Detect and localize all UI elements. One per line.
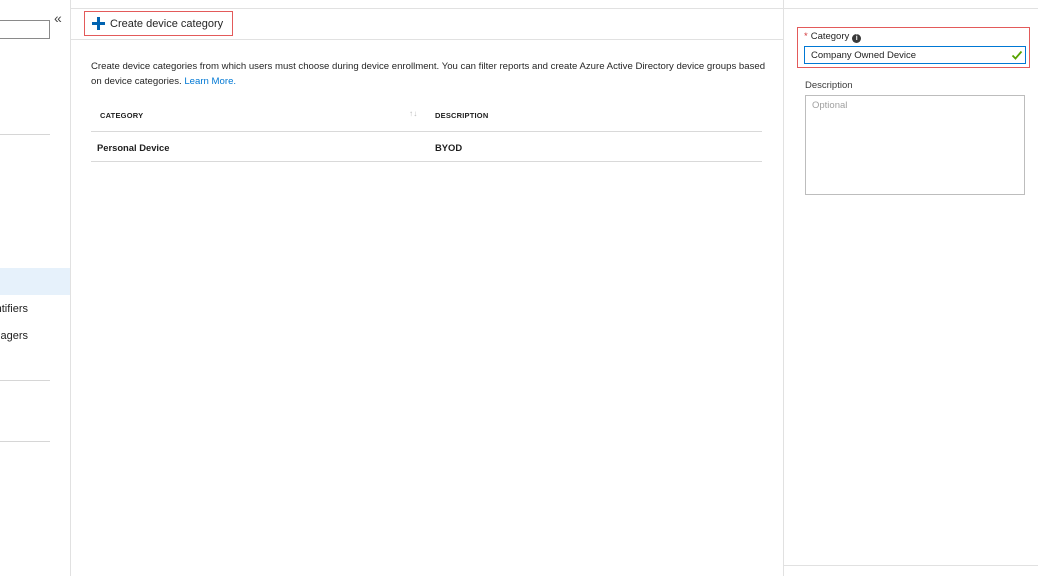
collapse-sidebar-icon[interactable]: «	[54, 10, 66, 26]
sidebar-divider	[0, 134, 50, 135]
description-textarea[interactable]	[805, 95, 1025, 195]
sidebar-item-device-identifiers[interactable]: Device identifiers	[0, 301, 70, 317]
sidebar-search-input[interactable]	[0, 20, 50, 39]
create-category-blade: *Categoryi Description	[783, 0, 1038, 576]
category-field-group: * Category i	[797, 27, 1030, 68]
sidebar-item-device-enrollment-managers[interactable]: Device enrollment managers	[0, 328, 70, 344]
valid-check-icon	[1011, 50, 1023, 60]
table-row[interactable]: Personal Device BYOD	[91, 132, 762, 162]
sort-icon[interactable]: ↑↓	[409, 109, 417, 118]
sidebar-divider	[0, 380, 50, 381]
sidebar-item-label: Device enrollment managers	[0, 330, 28, 342]
info-icon[interactable]: i	[852, 34, 862, 43]
category-label: * Category i	[804, 31, 862, 43]
sidebar: « Device identifiers Device enrollment m…	[0, 0, 71, 576]
device-categories-table: CATEGORY ↑↓ DESCRIPTION Personal Device …	[91, 103, 762, 162]
category-input[interactable]	[804, 46, 1026, 64]
cell-category: Personal Device	[97, 142, 170, 153]
toolbar-divider	[71, 8, 783, 9]
create-device-category-label: Create device category	[110, 17, 224, 30]
plus-icon	[92, 17, 105, 30]
category-label-text: Category	[810, 31, 850, 42]
sidebar-divider	[0, 441, 50, 442]
column-header-description[interactable]: DESCRIPTION	[435, 111, 488, 120]
toolbar-divider	[71, 39, 783, 40]
table-header-row: CATEGORY ↑↓ DESCRIPTION	[91, 103, 762, 132]
required-marker: *	[804, 31, 808, 42]
learn-more-link[interactable]: Learn More.	[184, 76, 236, 87]
blade-divider	[784, 8, 1038, 9]
intro-description: Create device categories from which user…	[91, 59, 771, 89]
sidebar-item-label: Device identifiers	[0, 303, 28, 315]
description-label: Description	[805, 80, 853, 91]
column-header-category[interactable]: CATEGORY	[100, 111, 143, 120]
create-device-category-button[interactable]: Create device category	[84, 11, 233, 36]
sidebar-item-device-categories[interactable]	[0, 268, 70, 295]
cell-description: BYOD	[435, 142, 463, 153]
blade-divider	[784, 565, 1038, 566]
main-pane: Create device category Create device cat…	[71, 0, 783, 576]
